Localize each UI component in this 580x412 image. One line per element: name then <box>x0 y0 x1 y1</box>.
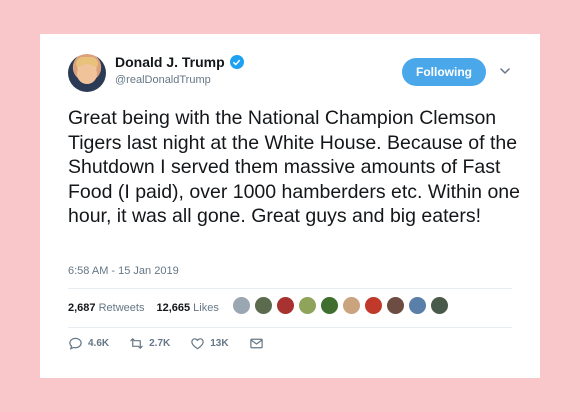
likes-stat[interactable]: 12,665 Likes <box>156 302 218 314</box>
likes-label: Likes <box>193 302 219 314</box>
author-handle[interactable]: @realDonaldTrump <box>115 74 211 86</box>
liker-avatars <box>232 296 449 315</box>
direct-message-action[interactable] <box>249 336 264 351</box>
retweets-count: 2,687 <box>68 302 96 314</box>
retweets-stat[interactable]: 2,687 Retweets <box>68 302 144 314</box>
tweet-timestamp[interactable]: 6:58 AM - 15 Jan 2019 <box>68 265 179 277</box>
liker-avatar[interactable] <box>298 296 317 315</box>
likes-count: 12,665 <box>156 302 191 314</box>
tweet-actions: 4.6K 2.7K 13K <box>68 336 284 351</box>
liker-avatar[interactable] <box>386 296 405 315</box>
liker-avatar[interactable] <box>408 296 427 315</box>
chevron-down-icon[interactable] <box>498 64 512 78</box>
retweet-count: 2.7K <box>149 338 171 349</box>
reply-action[interactable]: 4.6K <box>68 336 109 351</box>
author-name-row: Donald J. Trump <box>115 54 244 70</box>
liker-avatar[interactable] <box>430 296 449 315</box>
like-count: 13K <box>210 338 229 349</box>
reply-icon <box>69 337 82 350</box>
like-icon <box>191 338 204 350</box>
author-name[interactable]: Donald J. Trump <box>115 54 225 70</box>
reply-count: 4.6K <box>88 338 110 349</box>
liker-avatar[interactable] <box>342 296 361 315</box>
author-avatar[interactable] <box>68 54 106 92</box>
verified-badge-icon <box>229 55 244 69</box>
liker-avatar[interactable] <box>232 296 251 315</box>
retweets-label: Retweets <box>98 302 145 314</box>
liker-avatar[interactable] <box>276 296 295 315</box>
like-action[interactable]: 13K <box>190 336 229 351</box>
direct-message-icon <box>249 338 263 349</box>
tweet-text: Great being with the National Champion C… <box>68 107 520 227</box>
divider-top <box>68 288 512 289</box>
retweet-action[interactable]: 2.7K <box>129 336 170 351</box>
divider-bottom <box>68 327 512 328</box>
liker-avatar[interactable] <box>364 296 383 315</box>
tweet-card: Donald J. Trump @realDonaldTrump Followi… <box>40 34 540 378</box>
retweet-icon <box>130 338 143 349</box>
liker-avatar[interactable] <box>254 296 273 315</box>
liker-avatar[interactable] <box>320 296 339 315</box>
following-button[interactable]: Following <box>402 58 486 86</box>
